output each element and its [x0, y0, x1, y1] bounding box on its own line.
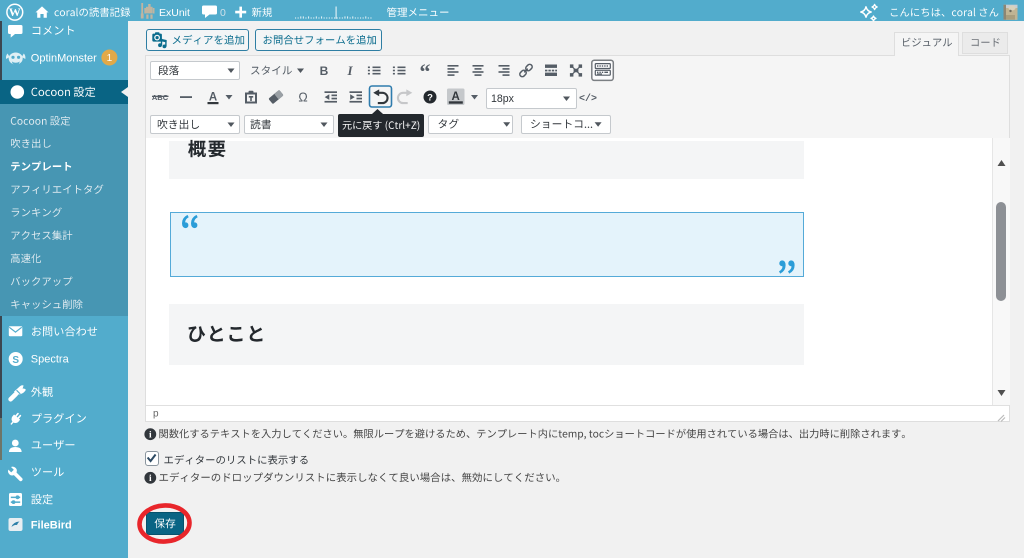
- svg-text:S: S: [12, 355, 19, 366]
- svg-text:p: p: [153, 409, 159, 420]
- svg-text:i: i: [149, 431, 152, 441]
- svg-text:B: B: [320, 64, 329, 78]
- svg-text:OptinMonster: OptinMonster: [31, 52, 97, 64]
- svg-text:W: W: [9, 5, 21, 19]
- svg-text:ExUnit: ExUnit: [159, 7, 190, 19]
- svg-text:FileBird: FileBird: [31, 519, 72, 531]
- svg-text:1: 1: [107, 53, 113, 64]
- svg-text:0: 0: [220, 7, 226, 19]
- svg-text:18px: 18px: [491, 93, 515, 105]
- svg-text:A: A: [209, 92, 217, 104]
- svg-text:Ω: Ω: [298, 91, 307, 105]
- svg-text:</>: </>: [579, 93, 597, 105]
- svg-text:i: i: [149, 474, 152, 484]
- svg-text:A: A: [452, 91, 460, 103]
- svg-text:ABC: ABC: [152, 93, 169, 102]
- svg-text:?: ?: [427, 93, 433, 104]
- svg-text:Spectra: Spectra: [31, 354, 70, 366]
- svg-text:“: “: [420, 59, 431, 84]
- svg-text:I: I: [346, 63, 353, 78]
